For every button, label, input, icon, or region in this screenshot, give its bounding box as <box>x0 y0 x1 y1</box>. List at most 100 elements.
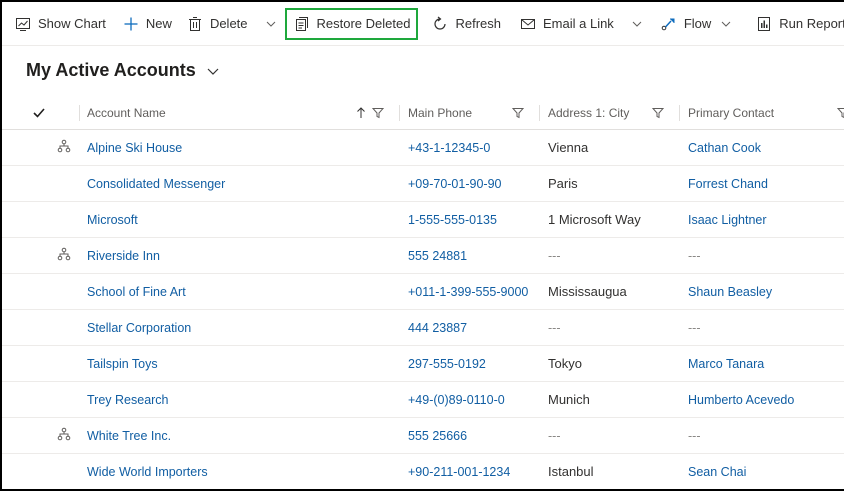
chevron-down-icon <box>721 21 731 27</box>
report-icon <box>755 15 773 33</box>
restore-icon <box>293 15 311 33</box>
primary-contact-link[interactable]: Humberto Acevedo <box>688 393 794 407</box>
city-cell: Munich <box>548 392 590 407</box>
flow-dropdown-button[interactable] <box>716 8 736 40</box>
show-chart-button[interactable]: Show Chart <box>2 8 111 40</box>
select-all-checkbox[interactable] <box>32 96 48 130</box>
primary-contact-link[interactable]: Forrest Chand <box>688 177 768 191</box>
show-chart-label: Show Chart <box>38 16 106 31</box>
sort-up-icon <box>357 106 365 118</box>
primary-contact-link[interactable]: Isaac Lightner <box>688 213 767 227</box>
trash-icon <box>186 15 204 33</box>
command-bar: Show Chart New Delete Restore Deleted Re… <box>2 2 844 46</box>
column-divider <box>79 105 80 121</box>
city-cell: 1 Microsoft Way <box>548 212 641 227</box>
table-row[interactable]: White Tree Inc. 555 25666 --- --- <box>2 418 844 454</box>
flow-icon <box>660 15 678 33</box>
main-phone-link[interactable]: 555 24881 <box>408 249 467 263</box>
city-cell: Tokyo <box>548 356 582 371</box>
city-cell: Istanbul <box>548 464 594 479</box>
main-phone-link[interactable]: +43-1-12345-0 <box>408 141 490 155</box>
main-phone-link[interactable]: +49-(0)89-0110-0 <box>408 393 505 407</box>
primary-contact-link: --- <box>688 428 701 443</box>
refresh-button[interactable]: Refresh <box>426 8 506 40</box>
view-title: My Active Accounts <box>26 60 196 80</box>
column-header-account-name[interactable]: Account Name <box>87 96 166 130</box>
chevron-down-icon <box>266 21 275 27</box>
account-name-link[interactable]: Wide World Importers <box>87 465 208 479</box>
table-row[interactable]: Trey Research +49-(0)89-0110-0 Munich Humbe… <box>2 382 844 418</box>
new-label: New <box>145 16 172 31</box>
main-phone-link[interactable]: +90-211-001-1234 <box>408 465 510 479</box>
filter-city-button[interactable] <box>646 96 664 130</box>
primary-contact-link[interactable]: Shaun Beasley <box>688 285 772 299</box>
main-phone-link[interactable]: 297-555-0192 <box>408 357 486 371</box>
refresh-label: Refresh <box>455 16 501 31</box>
flow-button[interactable]: Flow <box>655 8 716 40</box>
main-phone-link[interactable]: +011-1-399-555-9000 <box>408 285 528 299</box>
main-phone-link[interactable]: 444 23887 <box>408 321 467 335</box>
column-header-primary-contact[interactable]: Primary Contact <box>688 96 774 130</box>
table-row[interactable]: Stellar Corporation 444 23887 --- --- <box>2 310 844 346</box>
account-name-link[interactable]: Alpine Ski House <box>87 141 182 155</box>
delete-label: Delete <box>209 16 248 31</box>
column-header-main-phone[interactable]: Main Phone <box>408 96 472 130</box>
view-selector[interactable]: My Active Accounts <box>26 60 220 81</box>
column-divider <box>679 105 680 121</box>
main-phone-header-label: Main Phone <box>408 105 473 120</box>
email-link-button[interactable]: Email a Link <box>514 8 619 40</box>
table-row[interactable]: Wide World Importers +90-211-001-1234 Ista… <box>2 454 844 489</box>
primary-contact-link[interactable]: Cathan Cook <box>688 141 761 155</box>
account-name-link[interactable]: Stellar Corporation <box>87 321 191 335</box>
account-name-link[interactable]: Tailspin Toys <box>87 357 158 371</box>
grid-header: Account Name Main Phone Address 1: City <box>2 96 844 130</box>
city-cell: --- <box>548 320 561 335</box>
column-divider <box>539 105 540 121</box>
run-report-button[interactable]: Run Report <box>750 8 844 40</box>
chevron-down-icon <box>632 21 642 27</box>
column-header-city[interactable]: Address 1: City <box>548 96 629 130</box>
account-name-link[interactable]: White Tree Inc. <box>87 429 171 443</box>
hierarchy-icon[interactable] <box>57 139 73 156</box>
filter-icon <box>372 107 384 118</box>
table-row[interactable]: Tailspin Toys 297-555-0192 Tokyo Marco Tana… <box>2 346 844 382</box>
delete-button[interactable]: Delete <box>181 8 253 40</box>
restore-deleted-button[interactable]: Restore Deleted <box>284 7 419 40</box>
account-name-link[interactable]: Microsoft <box>87 213 138 227</box>
plus-icon <box>122 15 140 33</box>
account-name-link[interactable]: Riverside Inn <box>87 249 160 263</box>
more-delete-options-button[interactable] <box>261 8 281 40</box>
city-header-label: Address 1: City <box>548 105 630 120</box>
table-row[interactable]: Riverside Inn 555 24881 --- --- <box>2 238 844 274</box>
account-name-link[interactable]: School of Fine Art <box>87 285 186 299</box>
email-link-label: Email a Link <box>543 16 614 31</box>
main-phone-link[interactable]: 1-555-555-0135 <box>408 213 497 227</box>
column-divider <box>399 105 400 121</box>
city-cell: Mississaugua <box>548 284 627 299</box>
filter-icon <box>652 107 664 118</box>
account-name-link[interactable]: Trey Research <box>87 393 169 407</box>
new-button[interactable]: New <box>117 8 177 40</box>
restore-deleted-label: Restore Deleted <box>316 16 411 31</box>
primary-contact-link[interactable]: Sean Chai <box>688 465 746 479</box>
primary-contact-link: --- <box>688 320 701 335</box>
primary-contact-link[interactable]: Marco Tanara <box>688 357 764 371</box>
main-phone-link[interactable]: +09-70-01-90-90 <box>408 177 501 191</box>
filter-icon <box>837 107 844 118</box>
hierarchy-icon[interactable] <box>57 247 73 264</box>
app-frame: Show Chart New Delete Restore Deleted Re… <box>0 0 844 491</box>
table-row[interactable]: School of Fine Art +011-1-399-555-9000 Mis… <box>2 274 844 310</box>
city-cell: Paris <box>548 176 578 191</box>
table-row[interactable]: Alpine Ski House +43-1-12345-0 Vienna Catha… <box>2 130 844 166</box>
email-icon <box>519 15 537 33</box>
filter-main-phone-button[interactable] <box>506 96 524 130</box>
account-name-link[interactable]: Consolidated Messenger <box>87 177 225 191</box>
sort-ascending-button[interactable] <box>356 96 384 130</box>
filter-primary-contact-button[interactable] <box>831 96 844 130</box>
more-email-options-button[interactable] <box>627 8 647 40</box>
table-row[interactable]: Consolidated Messenger +09-70-01-90-90 Par… <box>2 166 844 202</box>
hierarchy-icon[interactable] <box>57 427 73 444</box>
main-phone-link[interactable]: 555 25666 <box>408 429 467 443</box>
table-row[interactable]: Microsoft 1-555-555-0135 1 Microsoft Way Is… <box>2 202 844 238</box>
chevron-down-icon <box>207 68 219 75</box>
